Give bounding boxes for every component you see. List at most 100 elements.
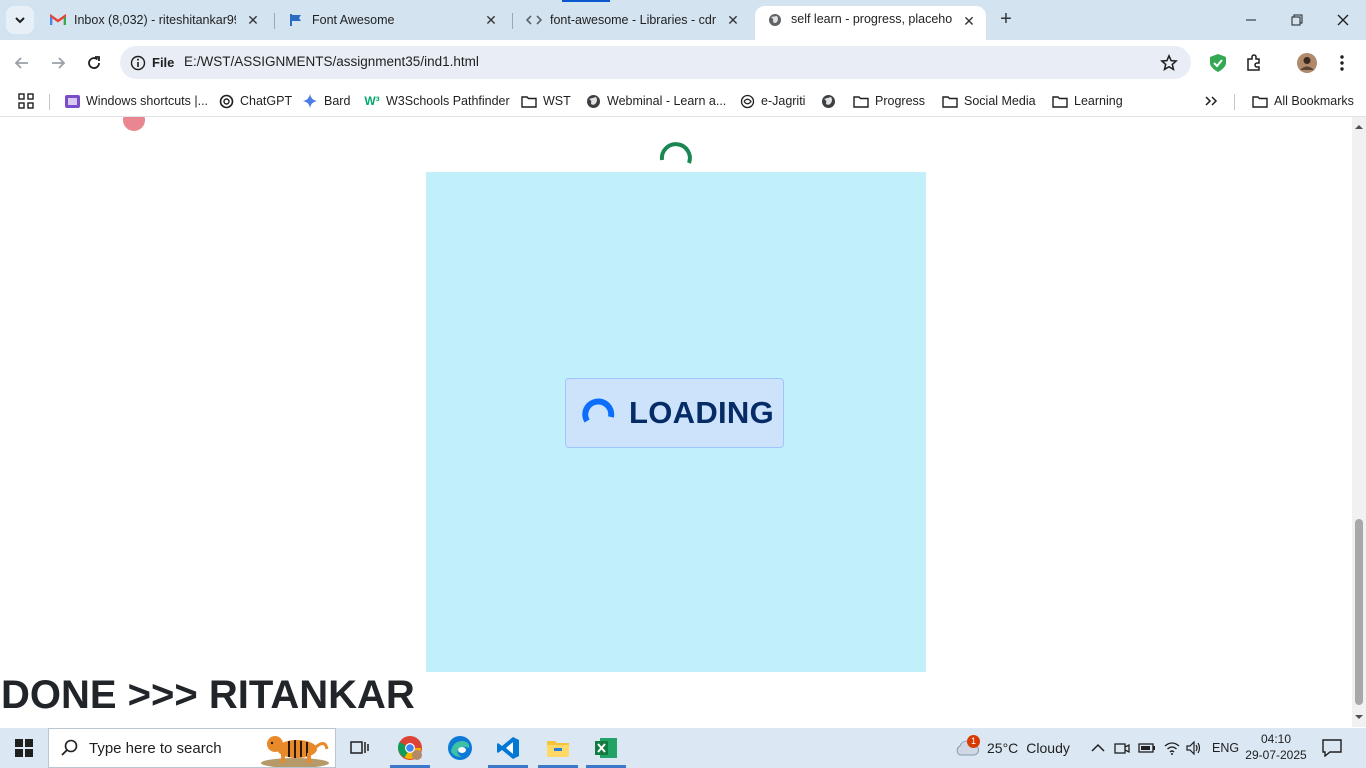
tab-strip: Inbox (8,032) - riteshitankar99@ ✕ Font …: [0, 0, 1366, 40]
page-scrollbar[interactable]: [1352, 117, 1366, 727]
site-info-label: File: [152, 55, 175, 70]
bookmark-e-jagriti[interactable]: e-Jagriti: [739, 91, 805, 111]
all-bookmarks-label: All Bookmarks: [1274, 94, 1354, 108]
file-explorer-taskbar-icon[interactable]: [534, 728, 582, 768]
bookmark-globe[interactable]: [820, 91, 842, 111]
kebab-menu-icon[interactable]: [1330, 51, 1354, 75]
done-heading: DONE >>> RITANKAR: [1, 673, 415, 717]
task-view-icon[interactable]: [336, 728, 384, 768]
taskbar-clock[interactable]: 04:10 29-07-2025: [1240, 731, 1312, 763]
bookmark-label: Windows shortcuts |...: [86, 94, 209, 108]
bookmark-divider: [1234, 94, 1235, 110]
new-tab-plus-icon[interactable]: +: [994, 8, 1018, 32]
reload-icon[interactable]: [82, 51, 106, 75]
bookmark-w3schools[interactable]: W³ W3Schools Pathfinder: [364, 91, 509, 111]
folder-icon: [1052, 93, 1068, 109]
bookmark-label: Progress: [875, 94, 926, 108]
page-content: LOADING DONE >>> RITANKAR: [0, 117, 1352, 727]
font-awesome-flag-icon: [288, 12, 304, 28]
scroll-up-arrow-icon[interactable]: [1355, 123, 1363, 131]
windows-taskbar: Type here to search 1 25°C Cloudy ENG 04…: [0, 728, 1366, 768]
tab-title: font-awesome - Libraries - cdnj: [550, 13, 716, 27]
bookmark-label: e-Jagriti: [761, 94, 806, 108]
volume-icon[interactable]: [1186, 741, 1202, 755]
bookmark-label: Learning: [1074, 94, 1123, 108]
weather-condition: Cloudy: [1026, 740, 1070, 756]
system-tray-icons: ENG: [1090, 728, 1239, 768]
weather-badge: 1: [967, 735, 980, 748]
more-bookmarks-chevron-icon[interactable]: [1204, 91, 1218, 111]
bookmarks-bar: Windows shortcuts |... ChatGPT Bard W³ W…: [0, 86, 1366, 117]
globe-icon: [767, 12, 783, 28]
bookmark-learning[interactable]: Learning: [1052, 91, 1123, 111]
close-icon[interactable]: ✕: [724, 11, 742, 29]
loading-label: LOADING: [629, 395, 775, 430]
code-icon: [526, 12, 542, 28]
chevron-up-icon[interactable]: [1090, 742, 1106, 754]
notifications-icon[interactable]: [1322, 728, 1342, 768]
red-grow-spinner: [123, 117, 145, 131]
browser-toolbar: File E:/WST/ASSIGNMENTS/assignment35/ind…: [0, 40, 1366, 86]
minimize-icon[interactable]: [1239, 8, 1263, 32]
chevron-down-icon: [15, 17, 25, 24]
edge-taskbar-icon[interactable]: [436, 728, 484, 768]
folder-icon: [853, 93, 869, 109]
window-close-icon[interactable]: [1331, 8, 1355, 32]
swirl-icon: [739, 93, 755, 109]
search-placeholder: Type here to search: [89, 739, 222, 757]
close-icon[interactable]: ✕: [244, 11, 262, 29]
bookmark-windows-shortcuts[interactable]: Windows shortcuts |...: [64, 91, 208, 111]
tab-cdnjs[interactable]: font-awesome - Libraries - cdnj ✕: [514, 6, 750, 34]
close-icon[interactable]: ✕: [960, 12, 978, 30]
star-bookmark-icon[interactable]: [1159, 53, 1179, 73]
bookmark-progress[interactable]: Progress: [853, 91, 925, 111]
loading-button[interactable]: LOADING: [565, 378, 784, 448]
close-icon[interactable]: ✕: [482, 11, 500, 29]
bookmark-wst[interactable]: WST: [521, 91, 571, 111]
weather-widget[interactable]: 1 25°C Cloudy: [954, 728, 1070, 768]
bookmark-chatgpt[interactable]: ChatGPT: [218, 91, 292, 111]
bookmark-label: ChatGPT: [240, 94, 293, 108]
globe-icon: [820, 93, 836, 109]
folder-icon: [1252, 93, 1268, 109]
bookmark-label: Bard: [324, 94, 351, 108]
tab-title: Font Awesome: [312, 13, 395, 27]
folder-icon: [521, 93, 537, 109]
sparkle-icon: [302, 93, 318, 109]
green-spinner-icon: [659, 142, 692, 164]
extensions-puzzle-icon[interactable]: [1242, 51, 1266, 75]
all-bookmarks[interactable]: All Bookmarks: [1252, 91, 1354, 111]
tab-title: Inbox (8,032) - riteshitankar99@: [74, 13, 236, 27]
restore-icon[interactable]: [1285, 8, 1309, 32]
bookmark-bard[interactable]: Bard: [302, 91, 350, 111]
scroll-down-arrow-icon[interactable]: [1355, 713, 1363, 721]
back-arrow-icon[interactable]: [10, 51, 34, 75]
address-bar[interactable]: File E:/WST/ASSIGNMENTS/assignment35/ind…: [120, 46, 1191, 79]
info-icon: [130, 55, 146, 70]
profile-avatar-icon[interactable]: [1295, 51, 1319, 75]
scrollbar-thumb[interactable]: [1355, 519, 1363, 705]
tab-gmail[interactable]: Inbox (8,032) - riteshitankar99@ ✕: [38, 6, 270, 34]
apps-grid-icon[interactable]: [18, 91, 34, 111]
url-text[interactable]: E:/WST/ASSIGNMENTS/assignment35/ind1.htm…: [184, 54, 479, 69]
bookmark-webminal[interactable]: Webminal - Learn a...: [585, 91, 726, 111]
shield-extension-icon[interactable]: [1206, 51, 1230, 75]
site-info-chip[interactable]: File: [128, 51, 182, 74]
language-indicator[interactable]: ENG: [1212, 741, 1239, 755]
taskbar-search-box[interactable]: Type here to search: [48, 728, 336, 768]
chrome-taskbar-icon[interactable]: [386, 728, 434, 768]
extension-icon: [64, 93, 80, 109]
tab-self-learn[interactable]: self learn - progress, placeholde ✕: [755, 6, 986, 40]
wifi-icon[interactable]: [1164, 741, 1180, 755]
tab-search-button[interactable]: [6, 6, 34, 34]
battery-icon[interactable]: [1138, 742, 1156, 754]
bookmark-social-media[interactable]: Social Media: [942, 91, 1036, 111]
tab-divider: [512, 13, 513, 29]
bookmark-label: Webminal - Learn a...: [607, 94, 727, 108]
excel-taskbar-icon[interactable]: [582, 728, 630, 768]
vscode-taskbar-icon[interactable]: [484, 728, 532, 768]
tab-font-awesome[interactable]: Font Awesome ✕: [276, 6, 508, 34]
windows-start-icon[interactable]: [0, 728, 48, 768]
forward-arrow-icon[interactable]: [46, 51, 70, 75]
meet-now-icon[interactable]: [1114, 741, 1130, 755]
